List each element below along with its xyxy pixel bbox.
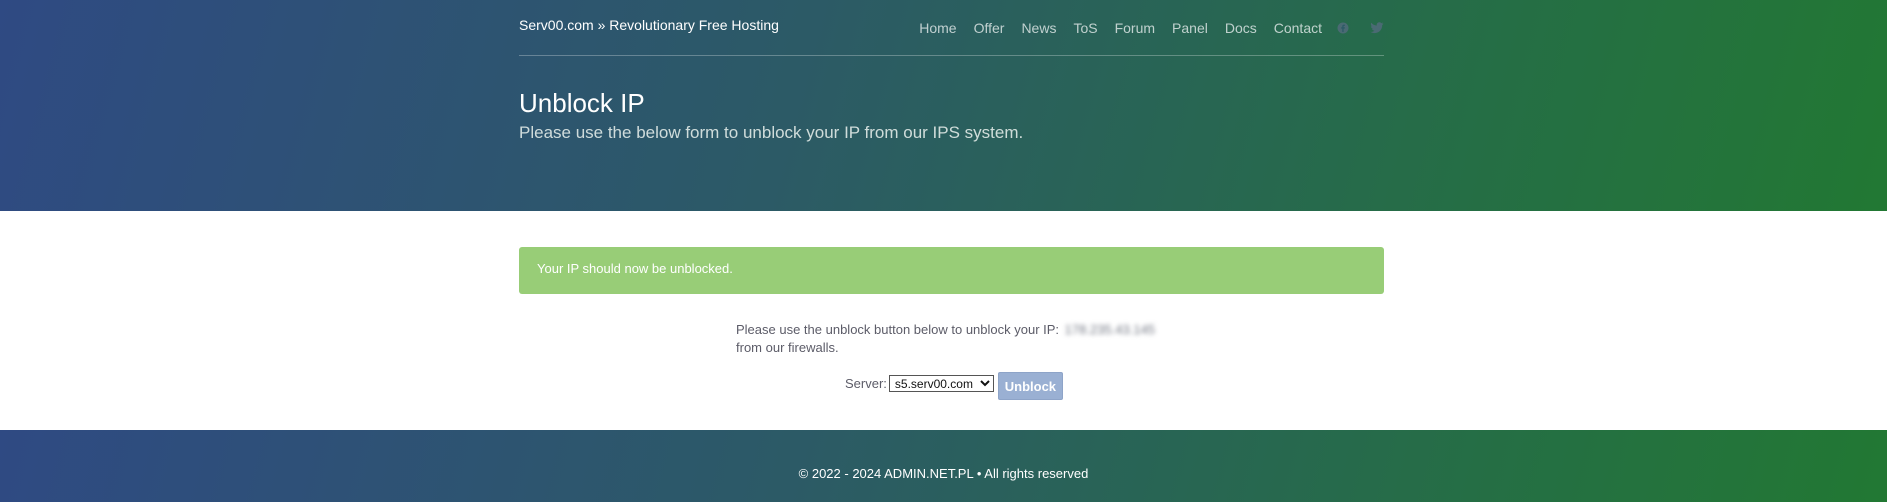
nav-offer[interactable]: Offer (974, 20, 1005, 36)
unblock-button[interactable]: Unblock (997, 372, 1063, 400)
page-subtitle: Please use the below form to unblock you… (519, 123, 1024, 142)
facebook-icon[interactable] (1336, 21, 1350, 35)
nav-news[interactable]: News (1021, 20, 1056, 36)
unblock-form: Server: s5.serv00.com Unblock (845, 366, 1063, 400)
success-alert: Your IP should now be unblocked. (519, 247, 1384, 294)
nav-home[interactable]: Home (919, 20, 956, 36)
page-title: Unblock IP (519, 88, 645, 118)
social-links (1336, 21, 1384, 35)
twitter-icon[interactable] (1370, 21, 1384, 35)
server-select[interactable]: s5.serv00.com (888, 374, 994, 392)
brand-title[interactable]: Serv00.com » Revolutionary Free Hosting (519, 17, 779, 33)
footer: © 2022 - 2024 ADMIN.NET.PL • All rights … (0, 430, 1887, 502)
alert-message: Your IP should now be unblocked. (537, 261, 733, 276)
nav-forum[interactable]: Forum (1115, 20, 1155, 36)
nav-docs[interactable]: Docs (1225, 20, 1257, 36)
top-navbar: Serv00.com » Revolutionary Free Hosting … (519, 0, 1384, 56)
server-label: Server: (845, 375, 887, 391)
unblock-instructions: Please use the unblock button below to u… (736, 321, 1166, 357)
instruction-text-end: from our firewalls. (736, 340, 839, 355)
hero-text: Unblock IP Please use the below form to … (519, 88, 1384, 143)
nav-contact[interactable]: Contact (1274, 20, 1322, 36)
nav-panel[interactable]: Panel (1172, 20, 1208, 36)
copyright-text: © 2022 - 2024 ADMIN.NET.PL • All rights … (798, 466, 1089, 481)
ip-address-redacted: 178.235.43.145 (1064, 322, 1156, 337)
nav-tos[interactable]: ToS (1073, 20, 1097, 36)
instruction-text: Please use the unblock button below to u… (736, 322, 1060, 337)
hero-banner: Serv00.com » Revolutionary Free Hosting … (0, 0, 1887, 211)
main-nav: Home Offer News ToS Forum Panel Docs Con… (902, 20, 1384, 36)
